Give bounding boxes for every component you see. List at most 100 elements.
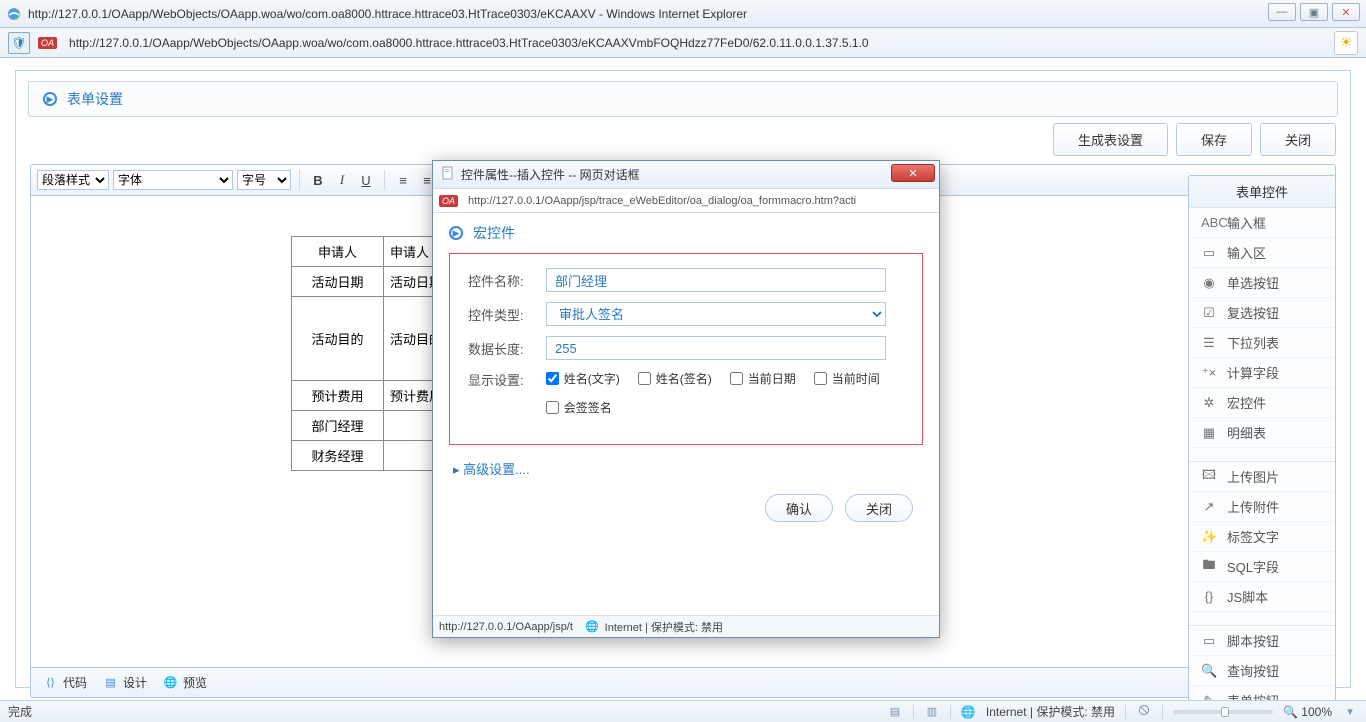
dialog-cancel-button[interactable]: 关闭 [845,494,913,522]
sidebar-item-label: 脚本按钮 [1227,631,1279,650]
sidebar-item-label: 计算字段 [1227,363,1279,382]
row-label: 财务经理 [292,441,384,471]
sidebar-item[interactable]: 🖿SQL字段 [1189,552,1335,582]
checkbox-label: 会签签名 [564,399,612,416]
advanced-settings-link[interactable]: ▸ 高级设置.... [453,459,923,478]
window-maximize-button[interactable]: ▣ [1300,3,1328,21]
display-option-checkbox[interactable]: 姓名(签名) [638,370,712,387]
status-icon[interactable]: ▥ [924,704,940,720]
underline-button[interactable]: U [356,170,376,190]
bold-button[interactable]: B [308,170,328,190]
data-length-input[interactable] [546,336,886,360]
generate-button[interactable]: 生成表设置 [1053,123,1168,156]
sidebar-item[interactable]: ◉单选按钮 [1189,268,1335,298]
sidebar-item-label: JS脚本 [1227,587,1268,606]
display-option-checkbox[interactable]: 姓名(文字) [546,370,620,387]
checkbox-input[interactable] [814,372,827,385]
control-type-select[interactable]: 审批人签名 [546,302,886,326]
save-button[interactable]: 保存 [1176,123,1252,156]
window-minimize-button[interactable]: — [1268,3,1296,21]
sidebar-item[interactable]: ▦明细表 [1189,418,1335,448]
align-left-icon[interactable]: ≡ [393,170,413,190]
status-icon[interactable]: ▤ [887,704,903,720]
sidebar-item-label: 单选按钮 [1227,273,1279,292]
macro-control-dialog: 控件属性--插入控件 -- 网页对话框 ✕ OA http://127.0.0.… [432,160,940,638]
checkbox-input[interactable] [730,372,743,385]
window-close-button[interactable]: ✕ [1332,3,1360,21]
sidebar-item[interactable]: ✲ 宏控件 [1189,388,1335,418]
sidebar-item[interactable]: ▭脚本按钮 [1189,626,1335,656]
control-name-label: 控件名称: [468,271,532,290]
tab-preview[interactable]: 🌐预览 [163,674,207,691]
sidebar-item[interactable]: ABC输入框 [1189,208,1335,238]
table-row[interactable]: 活动目的活动目的 [292,297,449,381]
dialog-close-button[interactable]: ✕ [891,164,935,182]
sidebar-item-icon: ✲ [1201,395,1217,411]
dialog-url: http://127.0.0.1/OAapp/jsp/trace_eWebEdi… [468,195,856,207]
display-option-checkbox[interactable]: 当前日期 [730,370,796,387]
zoom-label: 🔍 100% [1283,705,1332,719]
row-label: 预计费用 [292,381,384,411]
close-button[interactable]: 关闭 [1260,123,1336,156]
sidebar-item[interactable]: ⁺×计算字段 [1189,358,1335,388]
checkbox-input[interactable] [546,401,559,414]
tab-code[interactable]: ⟨⟩代码 [43,674,87,691]
display-option-checkbox[interactable]: 当前时间 [814,370,880,387]
table-row[interactable]: 财务经理 [292,441,449,471]
toolbar-separator [299,170,300,190]
globe-icon: 🌐 [961,705,976,719]
compat-view-icon[interactable]: ☀ [1334,31,1358,55]
window-titlebar: http://127.0.0.1/OAapp/WebObjects/OAapp.… [0,0,1366,28]
checkbox-label: 姓名(签名) [656,370,712,387]
sidebar-item[interactable]: ✨标签文字 [1189,522,1335,552]
security-shield-icon[interactable]: 🛡 [8,32,30,54]
control-name-input[interactable] [546,268,886,292]
sidebar-item[interactable]: 🖾上传图片 [1189,462,1335,492]
paragraph-dropdown[interactable]: 段落样式 [37,170,109,190]
ie-icon [6,6,22,22]
row-label: 申请人 [292,237,384,267]
zoom-slider[interactable] [1173,710,1273,714]
sidebar-item-label: 复选按钮 [1227,303,1279,322]
sidebar-item[interactable]: ↗上传附件 [1189,492,1335,522]
sidebar-separator [1189,448,1335,462]
address-url[interactable]: http://127.0.0.1/OAapp/WebObjects/OAapp.… [69,36,869,50]
sidebar-item-icon: ☑ [1201,305,1217,321]
italic-button[interactable]: I [332,170,352,190]
table-row[interactable]: 预计费用预计费用 [292,381,449,411]
table-row[interactable]: 部门经理 [292,411,449,441]
status-zone: Internet | 保护模式: 禁用 [986,703,1115,720]
sidebar-item[interactable]: 🔍查询按钮 [1189,656,1335,686]
sidebar-item[interactable]: ☑ 复选按钮 [1189,298,1335,328]
controls-sidebar: 表单控件 ABC输入框▭输入区◉单选按钮☑复选按钮☰下拉列表⁺×计算字段✲宏控件… [1188,175,1336,711]
table-row[interactable]: 活动日期活动日期 [292,267,449,297]
protected-mode-icon[interactable]: 🛇 [1136,704,1152,720]
dialog-address: OA http://127.0.0.1/OAapp/jsp/trace_eWeb… [433,189,939,213]
fontsize-dropdown[interactable]: 字号 [237,170,291,190]
checkbox-label: 当前日期 [748,370,796,387]
form-table[interactable]: 申请人申请人活动日期活动日期活动目的活动目的预计费用预计费用部门经理财务经理 [291,236,449,471]
sidebar-item[interactable]: ☰下拉列表 [1189,328,1335,358]
display-option-checkbox[interactable]: 会签签名 [546,399,612,416]
sidebar-item-label: 宏控件 [1227,393,1266,412]
table-row[interactable]: 申请人申请人 [292,237,449,267]
oa-badge-icon: OA [38,37,57,49]
checkbox-input[interactable] [638,372,651,385]
sidebar-item-icon: ✨ [1201,529,1217,545]
sidebar-item[interactable]: ▭输入区 [1189,238,1335,268]
design-icon: ▤ [103,675,118,690]
panel-header: ▶ 表单设置 [28,81,1338,117]
dialog-ok-button[interactable]: 确认 [765,494,833,522]
checkbox-input[interactable] [546,372,559,385]
preview-icon: 🌐 [163,675,178,690]
window-title: http://127.0.0.1/OAapp/WebObjects/OAapp.… [28,7,747,21]
zoom-dropdown-icon[interactable]: ▾ [1342,704,1358,720]
font-dropdown[interactable]: 字体 [113,170,233,190]
bullet-icon: ▶ [449,226,463,240]
display-setting-label: 显示设置: [468,370,532,389]
checkbox-label: 当前时间 [832,370,880,387]
dialog-titlebar[interactable]: 控件属性--插入控件 -- 网页对话框 ✕ [433,161,939,189]
tab-design[interactable]: ▤设计 [103,674,147,691]
sidebar-item-label: 上传图片 [1227,467,1279,486]
sidebar-item[interactable]: {}JS脚本 [1189,582,1335,612]
